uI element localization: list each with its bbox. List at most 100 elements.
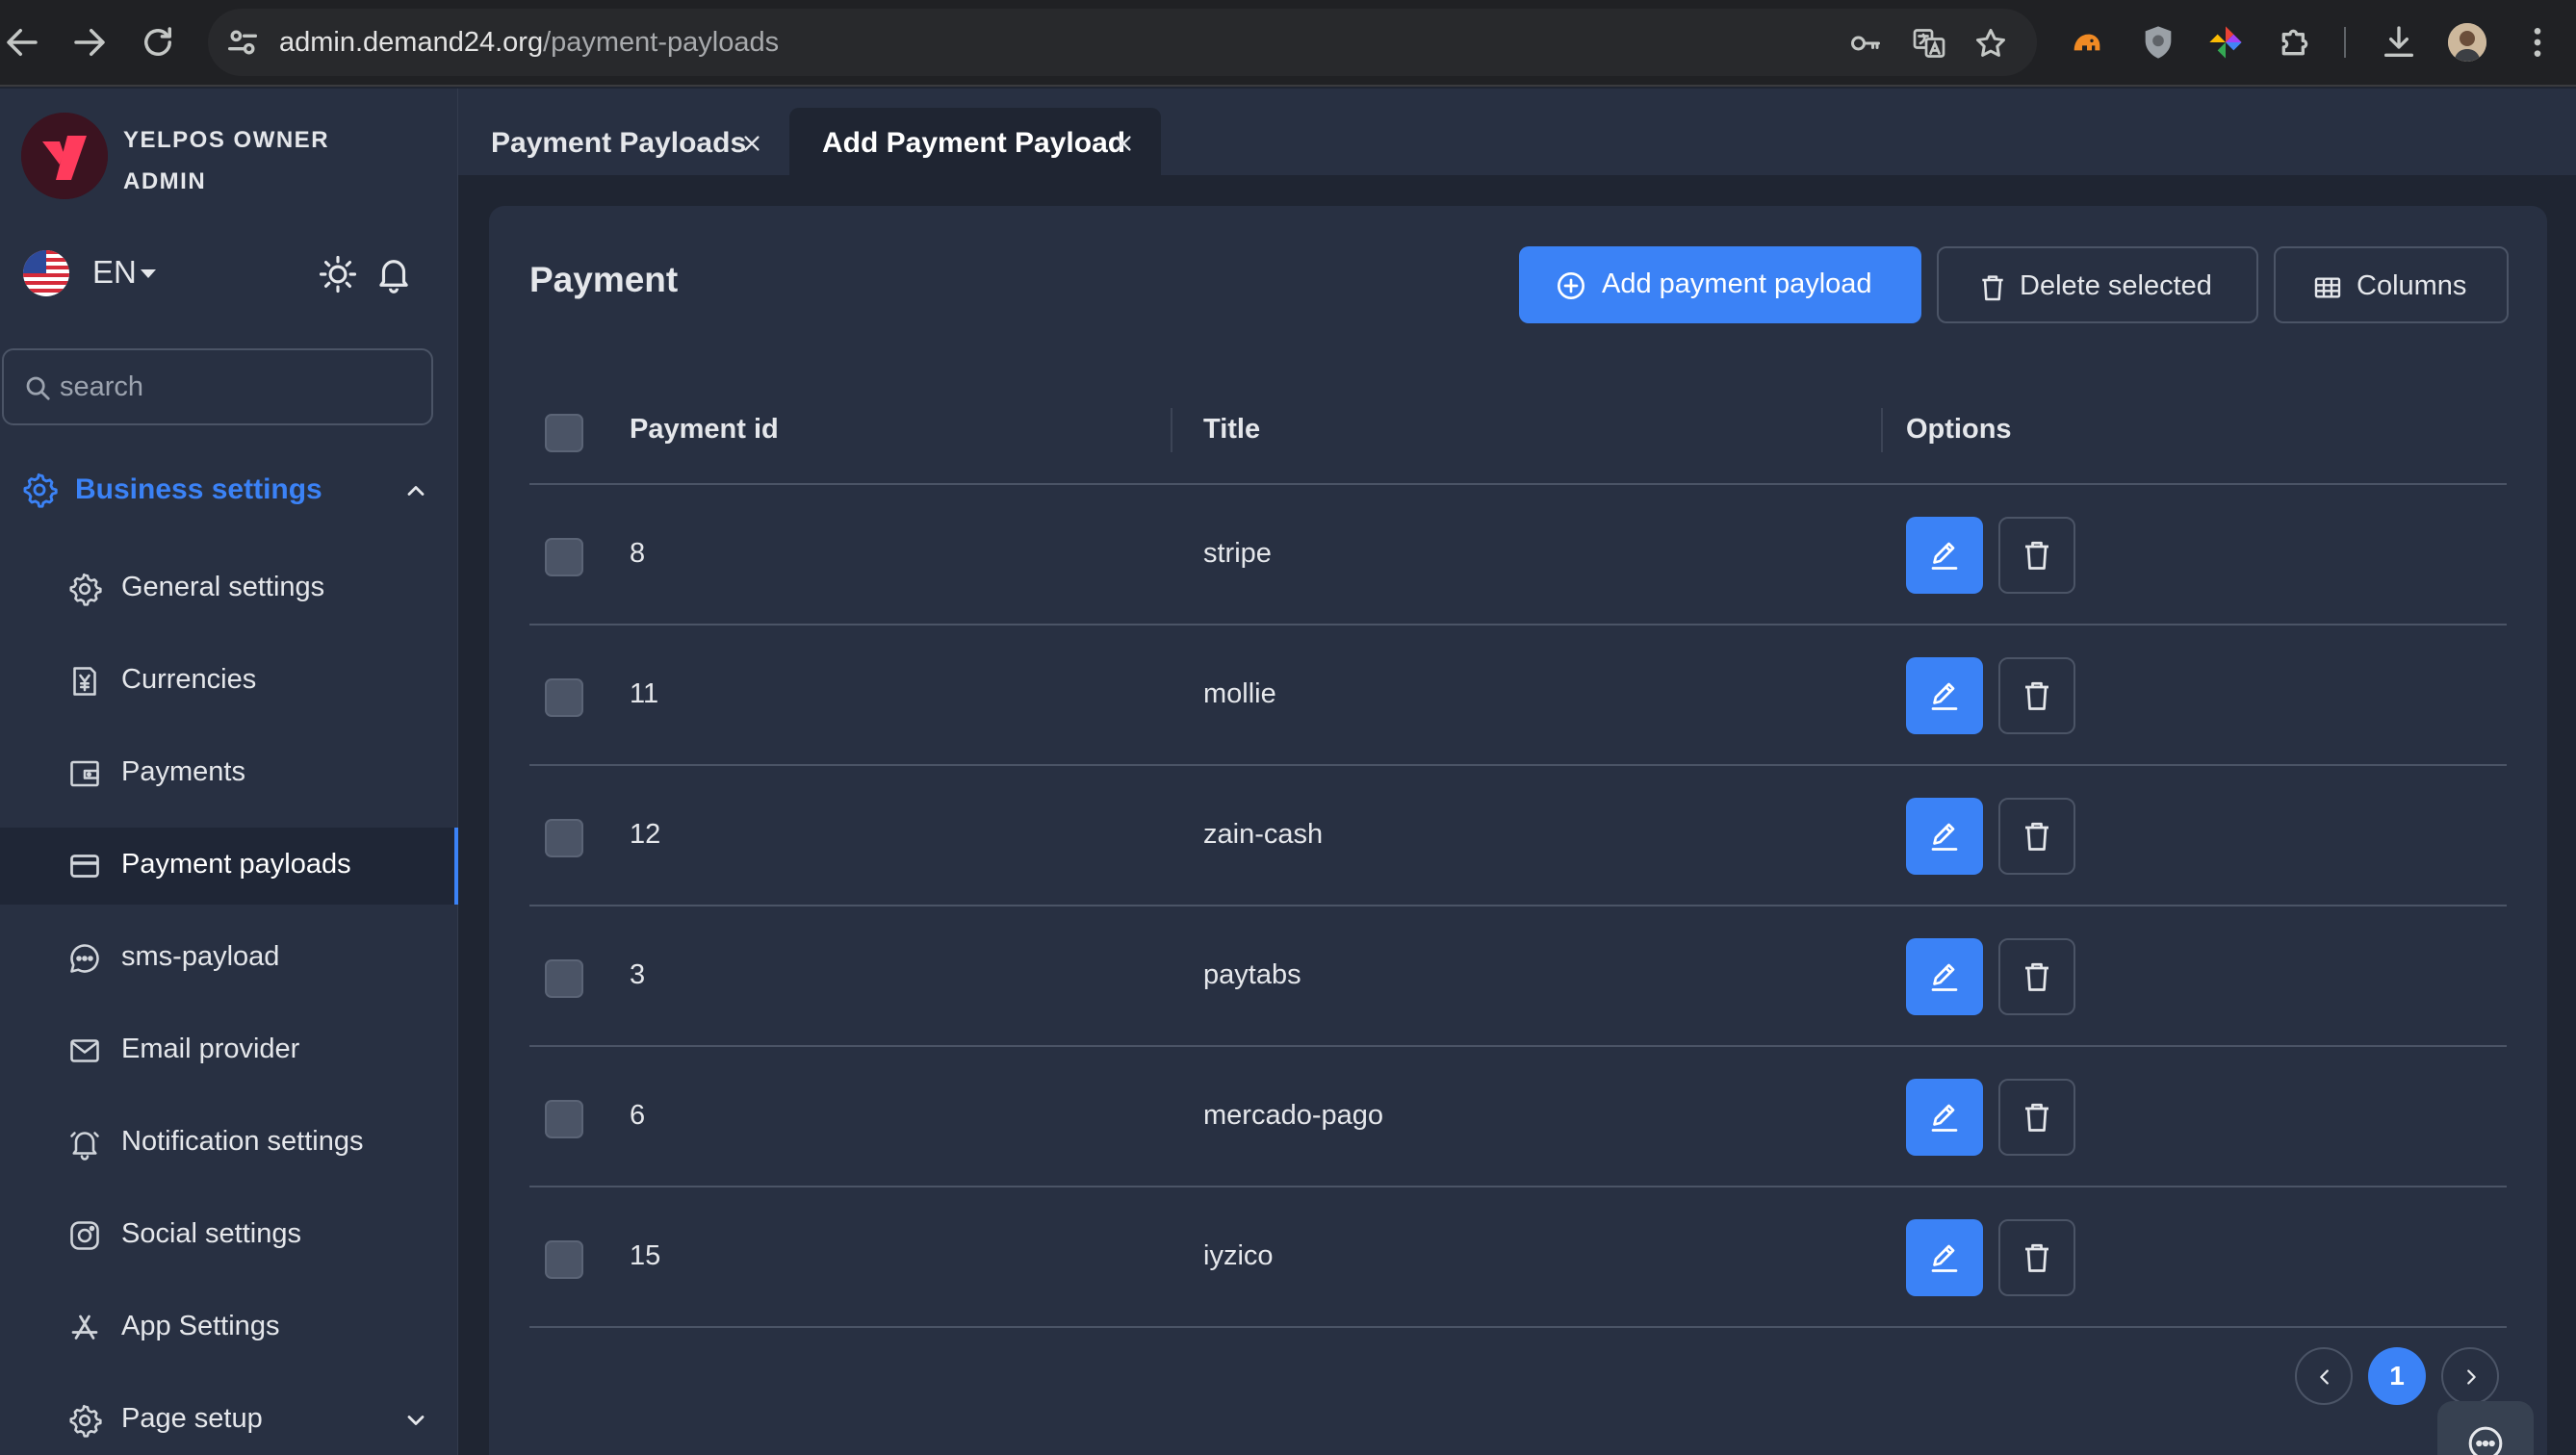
delete-button[interactable]: [1998, 938, 2075, 1015]
column-header-title[interactable]: Title: [1203, 414, 1260, 446]
row-checkbox[interactable]: [545, 1240, 583, 1279]
sidebar-search[interactable]: [2, 348, 433, 425]
search-icon: [23, 373, 52, 402]
back-icon[interactable]: [2, 22, 42, 63]
trash-icon: [2020, 678, 2054, 713]
url-text[interactable]: admin.demand24.org/payment-payloads: [279, 27, 779, 59]
button-label: Add payment payload: [1602, 268, 1872, 299]
notification-bell-icon[interactable]: [374, 252, 414, 294]
key-icon[interactable]: [1848, 26, 1883, 61]
add-payment-payload-button[interactable]: Add payment payload: [1519, 246, 1921, 323]
sun-icon[interactable]: [318, 254, 358, 294]
delete-button[interactable]: [1998, 798, 2075, 875]
sidebar-item-label: Currencies: [121, 664, 257, 695]
chat-bubble-icon: [2468, 1426, 2503, 1455]
brand-logo[interactable]: [21, 113, 108, 199]
download-icon[interactable]: [2380, 23, 2418, 62]
chat-widget-button[interactable]: [2437, 1401, 2534, 1455]
edit-button[interactable]: [1906, 1219, 1983, 1296]
chevron-down-icon[interactable]: [402, 1407, 429, 1434]
columns-button[interactable]: Columns: [2274, 246, 2509, 323]
sidebar-item-sms-payload[interactable]: sms-payload: [0, 920, 458, 997]
gear-icon: [21, 472, 58, 508]
edit-button[interactable]: [1906, 1079, 1983, 1156]
button-label: Columns: [2357, 270, 2467, 301]
us-flag-icon[interactable]: [23, 250, 69, 296]
tab-bar: Payment Payloads Add Payment Payload: [458, 89, 2576, 175]
row-checkbox[interactable]: [545, 1100, 583, 1138]
extension-elephant-icon[interactable]: [2068, 23, 2106, 62]
edit-button[interactable]: [1906, 517, 1983, 594]
trash-icon: [2020, 1100, 2054, 1135]
delete-button[interactable]: [1998, 1079, 2075, 1156]
chevron-up-icon[interactable]: [402, 477, 429, 504]
profile-avatar[interactable]: [2448, 23, 2486, 62]
table-row: 12 zain-cash: [529, 766, 2507, 906]
delete-selected-button[interactable]: Delete selected: [1937, 246, 2258, 323]
sidebar-item-currencies[interactable]: Currencies: [0, 643, 458, 720]
column-divider[interactable]: [1171, 408, 1172, 452]
bookmark-star-icon[interactable]: [1973, 26, 2008, 61]
row-checkbox[interactable]: [545, 538, 583, 576]
extension-color-icon[interactable]: [2206, 23, 2245, 62]
instagram-icon: [67, 1218, 102, 1253]
organization-name: YELPOS OWNER ADMIN: [123, 127, 330, 194]
table-row: 3 paytabs: [529, 906, 2507, 1047]
edit-button[interactable]: [1906, 657, 1983, 734]
pencil-icon: [1927, 1100, 1962, 1135]
column-header-payment-id[interactable]: Payment id: [630, 414, 779, 446]
sidebar-item-notification-settings[interactable]: Notification settings: [0, 1105, 458, 1182]
tab-add-payment-payload[interactable]: Add Payment Payload: [789, 108, 1161, 175]
site-settings-icon[interactable]: [223, 23, 262, 62]
row-checkbox[interactable]: [545, 959, 583, 998]
trash-icon: [2020, 959, 2054, 994]
sidebar-item-payment-payloads[interactable]: Payment payloads: [0, 828, 458, 905]
credit-card-icon: [67, 849, 102, 883]
sidebar-item-label: Payment payloads: [121, 849, 351, 880]
browser-menu-icon[interactable]: [2518, 23, 2557, 62]
table-row: 11 mollie: [529, 625, 2507, 766]
row-checkbox[interactable]: [545, 819, 583, 857]
business-settings-section[interactable]: Business settings: [0, 456, 458, 523]
sidebar-item-app-settings[interactable]: App Settings: [0, 1289, 458, 1366]
extensions-puzzle-icon[interactable]: [2276, 23, 2314, 62]
delete-button[interactable]: [1998, 657, 2075, 734]
chevron-right-icon: [2467, 1369, 2476, 1385]
section-label: Business settings: [75, 473, 322, 505]
next-page-button[interactable]: [2441, 1347, 2499, 1405]
sidebar-item-general-settings[interactable]: General settings: [0, 550, 458, 627]
forward-icon[interactable]: [69, 22, 110, 63]
column-divider[interactable]: [1881, 408, 1883, 452]
sidebar-item-payments[interactable]: Payments: [0, 735, 458, 812]
select-all-checkbox[interactable]: [545, 414, 583, 452]
edit-button[interactable]: [1906, 798, 1983, 875]
address-bar[interactable]: admin.demand24.org/payment-payloads: [208, 9, 2037, 76]
close-icon[interactable]: [741, 133, 762, 154]
close-icon[interactable]: [1113, 133, 1134, 154]
delete-button[interactable]: [1998, 517, 2075, 594]
language-selector[interactable]: EN: [92, 254, 137, 291]
sidebar-item-social-settings[interactable]: Social settings: [0, 1197, 458, 1274]
page-title: Payment: [529, 260, 679, 299]
reload-icon[interactable]: [138, 22, 178, 63]
previous-page-button[interactable]: [2295, 1347, 2353, 1405]
plus-circle-icon: [1556, 270, 1586, 301]
sidebar-item-email-provider[interactable]: Email provider: [0, 1012, 458, 1089]
sidebar-item-label: Email provider: [121, 1034, 300, 1064]
sidebar-item-page-setup[interactable]: Page setup: [0, 1382, 458, 1455]
trash-icon: [2020, 819, 2054, 854]
pencil-icon: [1927, 1240, 1962, 1275]
pencil-icon: [1927, 538, 1962, 573]
search-input[interactable]: [60, 366, 416, 408]
translate-icon[interactable]: [1912, 26, 1946, 61]
extension-shield-icon[interactable]: [2139, 23, 2177, 62]
row-checkbox[interactable]: [545, 678, 583, 717]
page-button-current[interactable]: 1: [2368, 1347, 2426, 1405]
caret-down-icon[interactable]: [141, 269, 156, 278]
payment-card: Payment Add payment payload Delete selec…: [489, 206, 2547, 1455]
tab-payment-payloads[interactable]: Payment Payloads: [458, 108, 776, 175]
title-cell: zain-cash: [1203, 819, 1324, 850]
chevron-left-icon: [2320, 1369, 2329, 1385]
delete-button[interactable]: [1998, 1219, 2075, 1296]
edit-button[interactable]: [1906, 938, 1983, 1015]
